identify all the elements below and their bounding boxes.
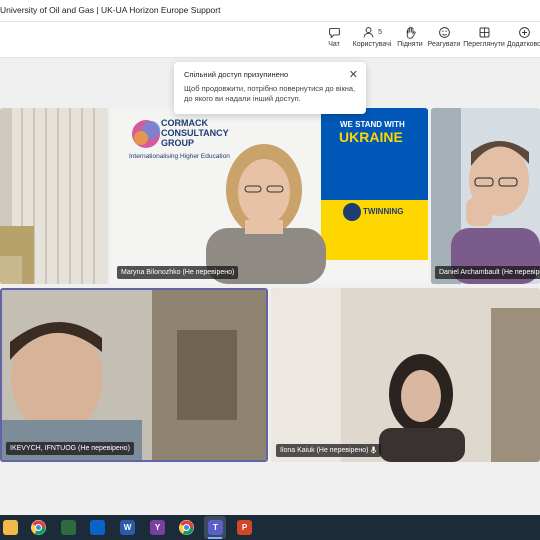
meeting-toolbar: Чат 5 Користувачі Підняти Реагувати Пере… [0,22,540,58]
view-button[interactable]: Переглянути [461,25,507,55]
banner-org-line1: CORMACK [161,118,208,128]
taskbar: W Y T P [0,515,540,540]
banner-org-name: CORMACK CONSULTANCY GROUP [161,118,229,148]
notice-body: Щоб продовжити, потрібно повернутися до … [184,84,356,103]
banner-tagline: Internationalising Higher Education [129,153,230,160]
tile-ilona[interactable]: Ilona Kaiuk (Не перевірено) [271,288,540,462]
banner-org-line3: GROUP [161,138,195,148]
mic-icon [370,446,377,454]
word-icon[interactable]: W [120,520,135,535]
window-title: University of Oil and Gas | UK-UA Horizo… [0,5,221,15]
yahoo-icon[interactable]: Y [150,520,165,535]
top-left-video [0,108,108,284]
calculator-icon[interactable] [61,520,76,535]
view-label: Переглянути [463,41,505,48]
banner-org-line2: CONSULTANCY [161,128,229,138]
participant-name-tag: IKEVYCH, IFNTUOG (Не перевірено) [6,442,134,455]
powerpoint-icon[interactable]: P [237,520,252,535]
tile-maryna[interactable]: CORMACK CONSULTANCY GROUP Internationali… [111,108,428,284]
daniel-video [431,108,540,284]
twinning-logo: TWINNING [363,207,404,216]
tile-active-speaker[interactable]: IKEVYCH, IFNTUOG (Не перевірено) [0,288,268,462]
file-explorer-icon[interactable] [3,520,18,535]
notice-title: Спільний доступ призупинено [184,70,289,79]
participant-name-tag: Daniel Archambault (Не перевірено) [435,266,540,279]
chrome-profile-icon[interactable] [179,520,194,535]
people-count: 5 [378,29,382,36]
title-bar: University of Oil and Gas | UK-UA Horizo… [0,0,540,22]
active-app-indicator [208,537,222,539]
banner-stand-line2: UKRAINE [339,129,403,145]
view-icon [461,25,507,40]
more-apps-label: Додатково [506,41,540,48]
teams-taskbar-button[interactable]: T [204,516,226,539]
sharing-paused-notice: Спільний доступ призупинено Щоб продовжи… [174,62,366,114]
ilona-video [271,288,540,462]
apps-icon [504,25,540,40]
outlook-icon[interactable] [90,520,105,535]
banner-stand-line1: WE STAND WITH [340,120,405,129]
more-apps-button[interactable]: Додатково [504,25,540,55]
participant-name-tag: Ilona Kaiuk (Не перевірено) [276,444,382,457]
participant-name-tag: Maryna Bilonozhko (Не перевірено) [117,266,239,279]
tile-top-left[interactable] [0,108,108,284]
speaker-video [2,290,266,460]
tile-daniel[interactable]: Daniel Archambault (Не перевірено) [431,108,540,284]
close-icon[interactable]: ✕ [349,68,358,81]
participant-name: Ilona Kaiuk (Не перевірено) [280,447,369,454]
chrome-icon[interactable] [31,520,46,535]
teams-icon: T [208,520,223,535]
